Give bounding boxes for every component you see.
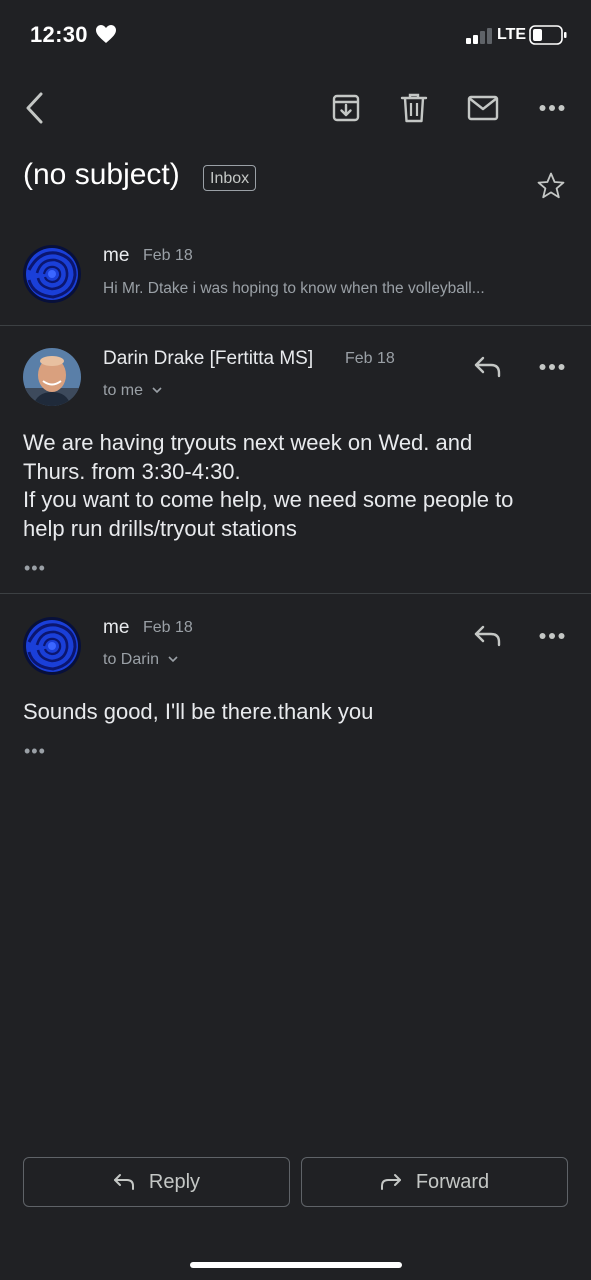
body-line: If you want to come help, we need some p… <box>23 487 514 512</box>
more-horizontal-icon <box>539 633 565 639</box>
home-indicator[interactable] <box>190 1262 402 1268</box>
avatar <box>23 617 81 675</box>
avatar <box>23 245 81 303</box>
heart-icon <box>96 25 116 43</box>
recipient-label: to Darin <box>103 651 160 668</box>
status-time: 12:30 <box>30 22 88 47</box>
rose-avatar-icon <box>23 617 81 675</box>
show-trimmed-content-button[interactable]: ••• <box>24 741 46 762</box>
reply-all-bottom-button[interactable]: Reply <box>23 1157 290 1207</box>
forward-button[interactable]: Forward <box>301 1157 568 1207</box>
more-options-button[interactable] <box>534 90 570 126</box>
mail-icon <box>467 95 499 121</box>
forward-label: Forward <box>415 1170 490 1193</box>
body-line: We are having tryouts next week on Wed. … <box>23 430 473 455</box>
sender-name: Darin Drake [Fertitta MS] <box>103 348 314 369</box>
recipient-details-toggle[interactable]: to Darin <box>103 651 179 669</box>
trash-icon <box>400 93 428 123</box>
message-date: Feb 18 <box>143 619 193 636</box>
chevron-down-icon <box>168 656 179 663</box>
divider <box>0 593 591 594</box>
star-button[interactable] <box>536 171 566 201</box>
recipient-label: to me <box>103 382 144 399</box>
sender-name: me <box>103 245 130 266</box>
mark-unread-button[interactable] <box>464 90 502 126</box>
back-arrow-icon <box>26 92 43 124</box>
more-horizontal-icon <box>539 364 565 370</box>
avatar <box>23 348 81 406</box>
reply-button[interactable] <box>470 350 506 384</box>
reply-button[interactable] <box>470 619 506 653</box>
email-subject: (no subject) <box>23 158 180 191</box>
person-photo-avatar <box>23 348 81 406</box>
reply-icon <box>474 625 501 647</box>
message-snippet: Hi Mr. Dtake i was hoping to know when t… <box>103 280 485 297</box>
recipient-details-toggle[interactable]: to me <box>103 382 163 400</box>
inbox-label-badge[interactable]: Inbox <box>203 165 257 191</box>
star-icon <box>537 172 565 199</box>
show-trimmed-content-button[interactable]: ••• <box>24 558 46 579</box>
chevron-down-icon <box>152 387 163 394</box>
more-horizontal-icon <box>539 105 565 111</box>
back-button[interactable] <box>16 90 52 126</box>
message-date: Feb 18 <box>345 350 395 367</box>
divider <box>0 325 591 326</box>
body-line: Sounds good, I'll be there.thank you <box>23 699 374 724</box>
reply-label: Reply <box>148 1170 201 1193</box>
delete-button[interactable] <box>396 90 432 126</box>
battery-icon <box>529 25 567 45</box>
signal-icon <box>466 28 492 44</box>
forward-icon <box>380 1174 401 1190</box>
body-line: help run drills/tryout stations <box>23 515 297 541</box>
body-line: Thurs. from 3:30-4:30. <box>23 458 241 484</box>
message-body: We are having tryouts next week on Wed. … <box>23 429 573 543</box>
message-date: Feb 18 <box>143 247 193 264</box>
archive-button[interactable] <box>328 90 364 126</box>
rose-avatar-icon <box>23 245 81 303</box>
archive-icon <box>332 94 360 122</box>
reply-icon <box>474 356 501 378</box>
message-more-button[interactable] <box>534 619 570 653</box>
network-label: LTE <box>497 26 527 43</box>
reply-icon <box>113 1174 134 1190</box>
sender-name: me <box>103 617 130 638</box>
message-more-button[interactable] <box>534 350 570 384</box>
message-body: Sounds good, I'll be there.thank you <box>23 698 573 727</box>
